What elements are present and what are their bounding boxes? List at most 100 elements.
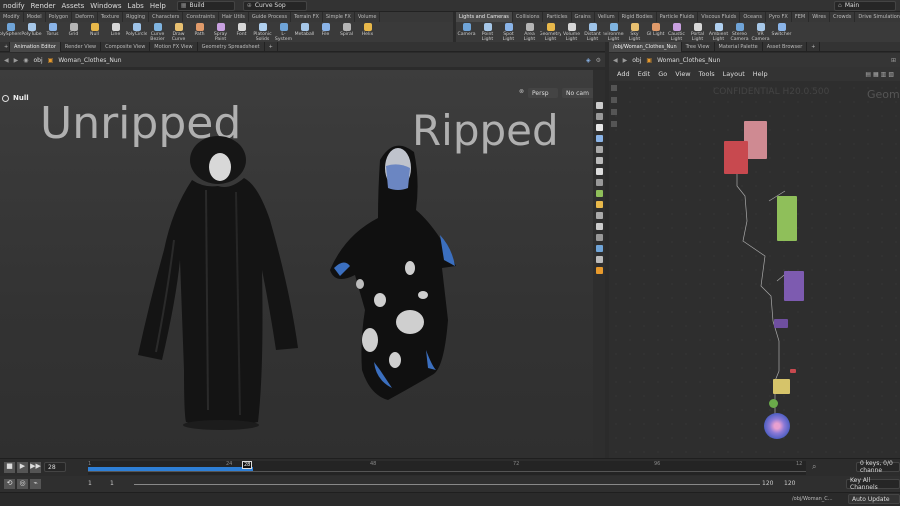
tab-motion-fx-view[interactable]: Motion FX View	[150, 41, 198, 52]
tool-right-12[interactable]: Ambient Light	[708, 22, 729, 42]
display-tool-icon[interactable]	[595, 124, 603, 131]
tool-left-2[interactable]: Torus	[42, 22, 63, 42]
path-ctx[interactable]: obj	[34, 57, 43, 64]
tool-left-10[interactable]: Spray Paint	[210, 22, 231, 42]
tab-asset-browser[interactable]: Asset Browser	[763, 41, 808, 52]
display-tool-icon[interactable]	[595, 168, 603, 175]
tool-left-5[interactable]: Line	[105, 22, 126, 42]
shelf-tab-left-2[interactable]: Polygon	[46, 12, 73, 22]
shelf-tab-right-8[interactable]: Oceans	[740, 12, 766, 22]
display-tool-icon[interactable]	[595, 234, 603, 241]
tool-left-3[interactable]: Grid	[63, 22, 84, 42]
node-green-small[interactable]	[769, 399, 778, 408]
shelf-tab-right-11[interactable]: Wires	[809, 12, 831, 22]
node-yellow[interactable]	[773, 379, 790, 394]
layout-icons[interactable]: ▤▦▥▧	[865, 71, 896, 78]
tool-left-12[interactable]: Platonic Solids	[252, 22, 273, 42]
shelf-tab-right-2[interactable]: Particles	[543, 12, 572, 22]
realtime-icon[interactable]: ◎	[17, 479, 28, 489]
zoom-icon[interactable]: ⌕	[812, 462, 816, 472]
shelf-tab-right-6[interactable]: Particle Fluids	[657, 12, 699, 22]
tool-right-13[interactable]: Stereo Camera	[729, 22, 750, 42]
tab-animation-editor[interactable]: Animation Editor	[10, 41, 61, 52]
tool-right-14[interactable]: VR Camera	[750, 22, 771, 42]
node-cluster-purple[interactable]	[784, 271, 804, 301]
tab-new[interactable]: +	[0, 41, 10, 52]
tool-left-14[interactable]: Metaball	[294, 22, 315, 42]
display-tool-icon[interactable]	[595, 135, 603, 142]
shelf-tab-right-1[interactable]: Collisions	[513, 12, 544, 22]
range-start[interactable]: 1	[88, 480, 92, 487]
range-end-2[interactable]: 120	[784, 480, 795, 487]
display-tool-icon[interactable]	[595, 245, 603, 252]
tool-left-6[interactable]: PolyCircle	[126, 22, 147, 42]
shelf-tab-right-3[interactable]: Grains	[572, 12, 595, 22]
tool-right-2[interactable]: Spot Light	[498, 22, 519, 42]
display-tool-icon[interactable]	[595, 146, 603, 153]
tool-right-11[interactable]: Portal Light	[687, 22, 708, 42]
tool-right-0[interactable]: Camera	[456, 22, 477, 42]
display-tool-icon[interactable]	[595, 267, 603, 274]
tool-left-0[interactable]: olySphere	[0, 22, 21, 42]
display-tool-icon[interactable]	[595, 113, 603, 120]
stop-button[interactable]: ■	[4, 462, 15, 473]
back-arrow-icon[interactable]: ◀	[613, 57, 618, 64]
forward-arrow-icon[interactable]: ▶	[14, 57, 19, 64]
node-red-small[interactable]	[790, 369, 796, 373]
menu-view[interactable]: View	[671, 70, 694, 78]
shelf-tab-left-11[interactable]: Simple FX	[323, 12, 355, 22]
menu-help[interactable]: Help	[147, 2, 169, 10]
menu-nodify[interactable]: nodify	[0, 2, 28, 10]
shelf-tab-left-4[interactable]: Texture	[98, 12, 124, 22]
network-editor[interactable]: CONFIDENTIAL H20.0.500 Geom	[609, 81, 900, 458]
node-cluster-green[interactable]	[777, 196, 797, 241]
node-output[interactable]	[764, 413, 790, 439]
shelf-tab-left-5[interactable]: Rigging	[123, 12, 150, 22]
tool-right-9[interactable]: GI Light	[645, 22, 666, 42]
path-ctx[interactable]: obj	[632, 57, 641, 64]
menu-windows[interactable]: Windows	[87, 2, 124, 10]
end-button[interactable]: ▶▶	[30, 462, 41, 473]
shelf-tab-left-3[interactable]: Deform	[72, 12, 98, 22]
range-start-2[interactable]: 1	[110, 480, 114, 487]
main-dropdown[interactable]: ⌂ Main	[834, 0, 896, 11]
network-selector[interactable]: ⊕ Curve Sop	[242, 0, 307, 11]
node-cluster-red[interactable]	[724, 141, 748, 174]
shelf-tab-right-10[interactable]: FEM	[792, 12, 810, 22]
play-button[interactable]: ▶	[17, 462, 28, 473]
menu-labs[interactable]: Labs	[125, 2, 147, 10]
shelf-tab-left-9[interactable]: Guide Process	[249, 12, 292, 22]
shelf-tab-left-6[interactable]: Characters	[149, 12, 184, 22]
desktop-dropdown[interactable]: ▦ Build	[176, 0, 235, 11]
tool-right-1[interactable]: Point Light	[477, 22, 498, 42]
tab-geometry-spreadsheet[interactable]: Geometry Spreadsheet	[198, 41, 265, 52]
display-tool-icon[interactable]	[595, 212, 603, 219]
menu-assets[interactable]: Assets	[59, 2, 88, 10]
shelf-tab-right-7[interactable]: Viscous Fluids	[698, 12, 741, 22]
scene-viewport[interactable]: Null ⊗ Persp No cam Unripped Ripped	[0, 70, 595, 458]
menu-help[interactable]: Help	[749, 70, 772, 78]
tab-render-view[interactable]: Render View	[61, 41, 102, 52]
tab-composite-view[interactable]: Composite View	[101, 41, 151, 52]
tool-left-13[interactable]: L-System	[273, 22, 294, 42]
shelf-tab-left-12[interactable]: Volume	[355, 12, 381, 22]
menu-render[interactable]: Render	[28, 2, 59, 10]
node-purple-small[interactable]	[774, 319, 788, 328]
tool-left-4[interactable]: Null	[84, 22, 105, 42]
tool-right-4[interactable]: Geometry Light	[540, 22, 561, 42]
tool-right-5[interactable]: Volume Light	[561, 22, 582, 42]
range-end[interactable]: 120	[762, 480, 773, 487]
display-tool-icon[interactable]	[595, 179, 603, 186]
display-tool-icon[interactable]	[595, 102, 603, 109]
shelf-tab-right-9[interactable]: Pyro FX	[766, 12, 792, 22]
shelf-tab-left-8[interactable]: Hair Utils	[219, 12, 249, 22]
key-icon[interactable]: ⌁	[30, 479, 41, 489]
menu-add[interactable]: Add	[613, 70, 634, 78]
display-tool-icon[interactable]	[595, 256, 603, 263]
key-all-channels[interactable]: Key All Channels	[846, 477, 900, 491]
shelf-tab-left-7[interactable]: Constraints	[183, 12, 219, 22]
shelf-tab-right-4[interactable]: Vellum	[595, 12, 619, 22]
settings-icon[interactable]: ⚙	[596, 57, 601, 64]
forward-arrow-icon[interactable]: ▶	[623, 57, 628, 64]
tool-left-1[interactable]: PolyTube	[21, 22, 42, 42]
